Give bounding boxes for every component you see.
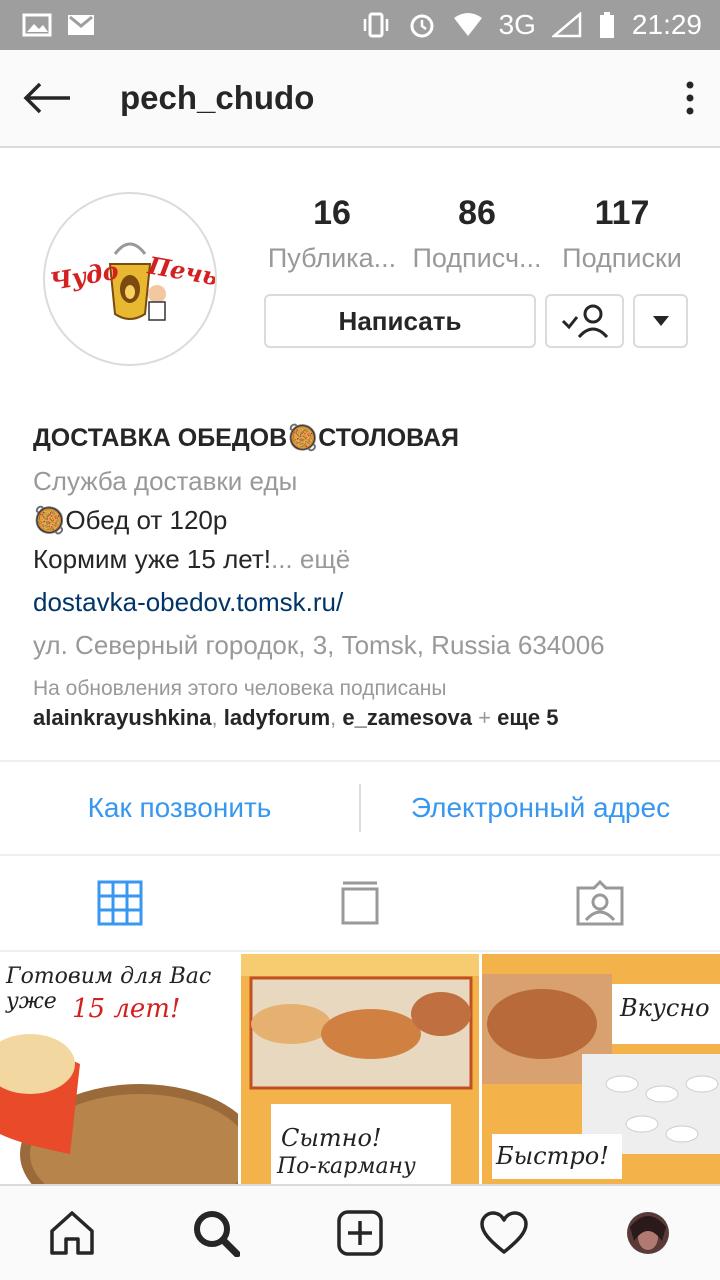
battery-icon	[599, 12, 614, 38]
bottom-navigation	[0, 1184, 720, 1280]
email-button[interactable]: Электронный адрес	[361, 762, 720, 854]
profile-stats: 16 Публика... 86 Подписч... 117 Подписки	[262, 194, 692, 274]
status-bar: 3G 21:29	[0, 0, 720, 50]
nav-profile[interactable]	[576, 1186, 720, 1280]
post-caption: Вкусно	[620, 994, 710, 1022]
call-button[interactable]: Как позвонить	[0, 762, 359, 854]
nav-home[interactable]	[0, 1186, 144, 1280]
bio-text: Кормим уже 15 лет!	[33, 544, 271, 574]
post-thumbnail[interactable]: Готовим для Вас уже 15 лет!	[0, 954, 238, 1184]
svg-text:Печь: Печь	[145, 250, 215, 291]
gallery-notification-icon	[22, 13, 52, 37]
post-thumbnail[interactable]: Вкусно Быстро!	[482, 954, 720, 1184]
followers-count: 86	[458, 194, 496, 232]
tab-grid[interactable]	[0, 856, 240, 950]
profile-tabs	[0, 856, 720, 952]
contact-bar: Как позвонить Электронный адрес	[0, 760, 720, 856]
follower-name[interactable]: e_zamesova	[342, 705, 472, 730]
profile-avatar-icon	[627, 1212, 669, 1254]
tab-feed[interactable]	[240, 856, 480, 950]
bio-line-2: Кормим уже 15 лет!... ещё	[33, 544, 693, 575]
suggestions-dropdown-button[interactable]	[633, 294, 688, 348]
profile-category: Служба доставки еды	[33, 466, 298, 496]
message-button[interactable]: Написать	[264, 294, 536, 348]
svg-text:Чудо: Чудо	[48, 256, 121, 297]
followed-by-list[interactable]: alainkrayushkina, ladyforum, e_zamesova …	[33, 705, 693, 731]
post-thumbnail[interactable]: Сытно! По-карману	[241, 954, 479, 1184]
vibrate-icon	[363, 12, 388, 38]
tagged-person-icon	[576, 880, 624, 926]
signal-icon	[551, 12, 582, 38]
more-followers[interactable]: еще 5	[497, 705, 558, 730]
profile-display-name: ДОСТАВКА ОБЕДОВ🥘СТОЛОВАЯ	[33, 423, 460, 452]
posts-count: 16	[313, 194, 351, 232]
nav-activity[interactable]	[432, 1186, 576, 1280]
plus-square-icon	[337, 1210, 383, 1256]
grid-icon	[97, 880, 143, 926]
followers-label: Подписч...	[412, 243, 542, 273]
follower-name[interactable]: alainkrayushkina	[33, 705, 212, 730]
app-bar: pech_chudo	[0, 50, 720, 148]
profile-bio: ДОСТАВКА ОБЕДОВ🥘СТОЛОВАЯ Служба доставки…	[33, 418, 693, 731]
post-caption: По-карману	[277, 1154, 416, 1179]
user-check-icon	[561, 304, 608, 339]
nav-search[interactable]	[144, 1186, 288, 1280]
separator: ,	[211, 705, 224, 730]
post-caption: Сытно!	[281, 1124, 382, 1152]
network-type: 3G	[498, 9, 536, 40]
website-link[interactable]: dostavka-obedov.tomsk.ru/	[33, 587, 693, 618]
wifi-icon	[453, 13, 482, 36]
clock: 21:29	[631, 9, 702, 40]
posts-grid: Готовим для Вас уже 15 лет! Сытно! По-ка…	[0, 954, 720, 1184]
alarm-icon	[410, 14, 434, 38]
heart-icon	[480, 1211, 528, 1254]
home-icon	[50, 1211, 94, 1255]
bio-line-1: 🥘Обед от 120р	[33, 505, 228, 535]
search-icon	[194, 1211, 240, 1257]
gmail-notification-icon	[68, 15, 94, 35]
followers-stat[interactable]: 86 Подписч...	[407, 194, 547, 274]
tab-tagged[interactable]	[480, 856, 720, 950]
followed-by-label: На обновления этого человека подписаны	[33, 677, 447, 700]
following-stat[interactable]: 117 Подписки	[552, 194, 692, 274]
profile-username: pech_chudo	[120, 79, 315, 116]
bio-more-link[interactable]: ... ещё	[271, 544, 350, 574]
caret-down-icon	[652, 316, 669, 326]
following-count: 117	[594, 194, 650, 232]
posts-stat[interactable]: 16 Публика...	[262, 194, 402, 274]
back-arrow-icon	[23, 82, 70, 114]
follower-name[interactable]: ladyforum	[224, 705, 330, 730]
nav-new-post[interactable]	[288, 1186, 432, 1280]
profile-avatar[interactable]: Чудо Печь	[43, 192, 217, 366]
more-vertical-icon	[686, 81, 694, 115]
feed-icon	[341, 881, 379, 925]
post-caption: Быстро!	[496, 1142, 609, 1170]
address-link[interactable]: ул. Северный городок, 3, Tomsk, Russia 6…	[33, 630, 693, 661]
back-button[interactable]	[2, 49, 92, 147]
posts-label: Публика...	[267, 243, 397, 273]
post-caption: 15 лет!	[72, 994, 181, 1024]
separator: +	[472, 705, 498, 730]
separator: ,	[330, 705, 343, 730]
profile-actions: Написать	[264, 294, 688, 348]
options-menu-button[interactable]	[660, 49, 720, 147]
following-label: Подписки	[562, 243, 682, 273]
following-button[interactable]	[545, 294, 624, 348]
pech-chudo-logo: Чудо Печь	[48, 242, 215, 321]
